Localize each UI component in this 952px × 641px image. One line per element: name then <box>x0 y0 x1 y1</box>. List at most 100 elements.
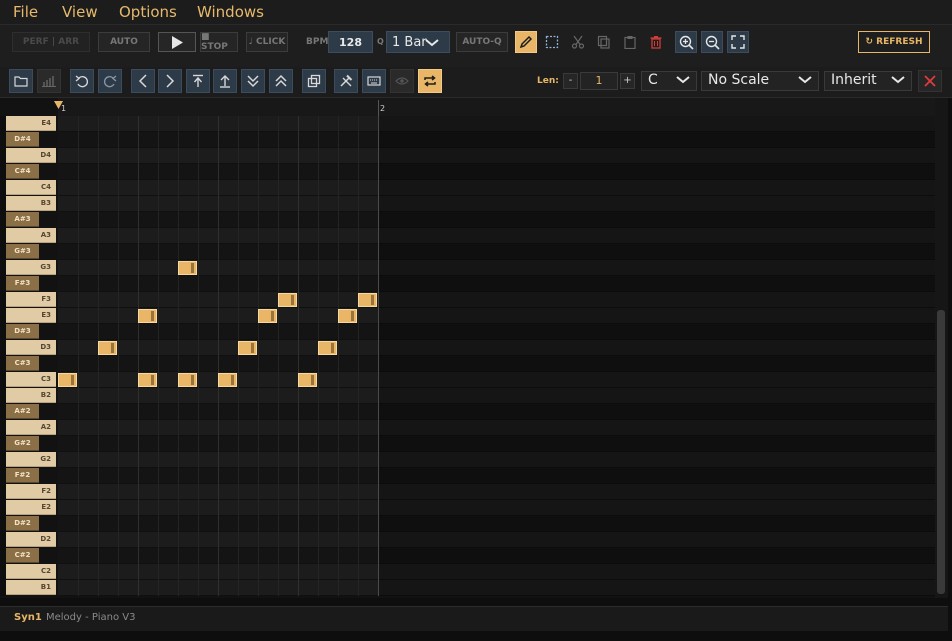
nudge-left-button[interactable] <box>131 69 155 93</box>
tools-button[interactable] <box>334 69 358 93</box>
piano-key[interactable]: C2 <box>6 564 56 579</box>
piano-key[interactable]: B1 <box>6 580 56 595</box>
grid-row[interactable] <box>58 148 935 164</box>
copy-button[interactable] <box>593 31 615 53</box>
grid-row[interactable] <box>58 516 935 532</box>
note-block[interactable] <box>258 309 277 323</box>
grid-row[interactable] <box>58 292 935 308</box>
grid-row[interactable] <box>58 276 935 292</box>
menu-windows[interactable]: Windows <box>197 3 264 21</box>
piano-key[interactable]: C#3 <box>6 356 39 371</box>
note-block[interactable] <box>338 309 357 323</box>
grid-row[interactable] <box>58 132 935 148</box>
piano-key[interactable]: G3 <box>6 260 56 275</box>
auto-button[interactable]: AUTO <box>98 32 150 52</box>
piano-key[interactable]: D4 <box>6 148 56 163</box>
velocity-button[interactable] <box>37 69 61 93</box>
visibility-button[interactable] <box>390 69 414 93</box>
piano-key[interactable]: B3 <box>6 196 56 211</box>
note-block[interactable] <box>278 293 297 307</box>
zoom-out-button[interactable] <box>701 31 723 53</box>
grid-row[interactable] <box>58 436 935 452</box>
grid-row[interactable] <box>58 228 935 244</box>
octave-down-button[interactable] <box>241 69 265 93</box>
piano-key[interactable]: D2 <box>6 532 56 547</box>
grid-row[interactable] <box>58 196 935 212</box>
grid-row[interactable] <box>58 404 935 420</box>
piano-key[interactable]: F3 <box>6 292 56 307</box>
delete-button[interactable] <box>645 31 667 53</box>
bpm-field[interactable]: 128 <box>328 31 373 53</box>
piano-key[interactable]: C3 <box>6 372 56 387</box>
piano-key[interactable]: E3 <box>6 308 56 323</box>
grid-row[interactable] <box>58 212 935 228</box>
scrollbar-thumb[interactable] <box>937 310 945 594</box>
perf-arr-toggle[interactable]: PERF | ARR <box>12 32 90 52</box>
menu-view[interactable]: View <box>62 3 98 21</box>
menu-options[interactable]: Options <box>119 3 177 21</box>
refresh-button[interactable]: ↻ REFRESH <box>858 31 930 53</box>
fit-view-button[interactable] <box>727 31 749 53</box>
key-dropdown[interactable]: C <box>641 71 697 91</box>
note-block[interactable] <box>98 341 117 355</box>
note-grid[interactable] <box>58 116 935 596</box>
octave-up-button[interactable] <box>269 69 293 93</box>
piano-key[interactable]: F2 <box>6 484 56 499</box>
zoom-in-button[interactable] <box>675 31 697 53</box>
piano-key[interactable]: E2 <box>6 500 56 515</box>
click-button[interactable]: ♩ CLICK <box>246 32 288 52</box>
grid-row[interactable] <box>58 388 935 404</box>
piano-key[interactable]: A#3 <box>6 212 39 227</box>
play-button[interactable] <box>158 32 196 52</box>
note-block[interactable] <box>298 373 317 387</box>
note-block[interactable] <box>318 341 337 355</box>
grid-row[interactable] <box>58 468 935 484</box>
nudge-right-button[interactable] <box>158 69 182 93</box>
select-tool-button[interactable] <box>541 31 563 53</box>
grid-row[interactable] <box>58 532 935 548</box>
grid-row[interactable] <box>58 308 935 324</box>
note-block[interactable] <box>358 293 377 307</box>
open-file-button[interactable] <box>9 69 33 93</box>
stop-button[interactable]: ■ STOP <box>200 32 238 52</box>
piano-key[interactable]: D#3 <box>6 324 39 339</box>
grid-row[interactable] <box>58 340 935 356</box>
length-input[interactable]: 1 <box>580 72 618 90</box>
piano-key[interactable]: G#3 <box>6 244 39 259</box>
cut-button[interactable] <box>567 31 589 53</box>
length-decrement-button[interactable]: - <box>563 73 578 89</box>
piano-key[interactable]: C4 <box>6 180 56 195</box>
loop-toggle[interactable] <box>418 69 442 93</box>
note-block[interactable] <box>178 261 197 275</box>
piano-key[interactable]: F#3 <box>6 276 39 291</box>
quantize-dropdown[interactable]: 1 Bar <box>386 31 450 53</box>
piano-key[interactable]: D3 <box>6 340 56 355</box>
piano-key[interactable]: A#2 <box>6 404 39 419</box>
auto-q-button[interactable]: AUTO-Q <box>456 32 508 52</box>
redo-button[interactable] <box>98 69 122 93</box>
grid-row[interactable] <box>58 452 935 468</box>
note-block[interactable] <box>58 373 77 387</box>
grid-row[interactable] <box>58 420 935 436</box>
grid-row[interactable] <box>58 580 935 596</box>
grid-row[interactable] <box>58 164 935 180</box>
length-increment-button[interactable]: + <box>620 73 635 89</box>
piano-key[interactable]: E4 <box>6 116 56 131</box>
undo-button[interactable] <box>70 69 94 93</box>
piano-key[interactable]: A2 <box>6 420 56 435</box>
grid-row[interactable] <box>58 356 935 372</box>
grid-row[interactable] <box>58 244 935 260</box>
grid-row[interactable] <box>58 116 935 132</box>
grid-row[interactable] <box>58 548 935 564</box>
pencil-tool-button[interactable] <box>515 31 537 53</box>
note-block[interactable] <box>138 309 157 323</box>
piano-key[interactable]: F#2 <box>6 468 39 483</box>
piano-key[interactable]: G#2 <box>6 436 39 451</box>
piano-key[interactable]: C#2 <box>6 548 39 563</box>
paste-button[interactable] <box>619 31 641 53</box>
note-block[interactable] <box>238 341 257 355</box>
piano-key[interactable]: A3 <box>6 228 56 243</box>
note-block[interactable] <box>178 373 197 387</box>
scale-dropdown[interactable]: No Scale <box>701 71 819 91</box>
vertical-scrollbar[interactable] <box>935 98 948 598</box>
